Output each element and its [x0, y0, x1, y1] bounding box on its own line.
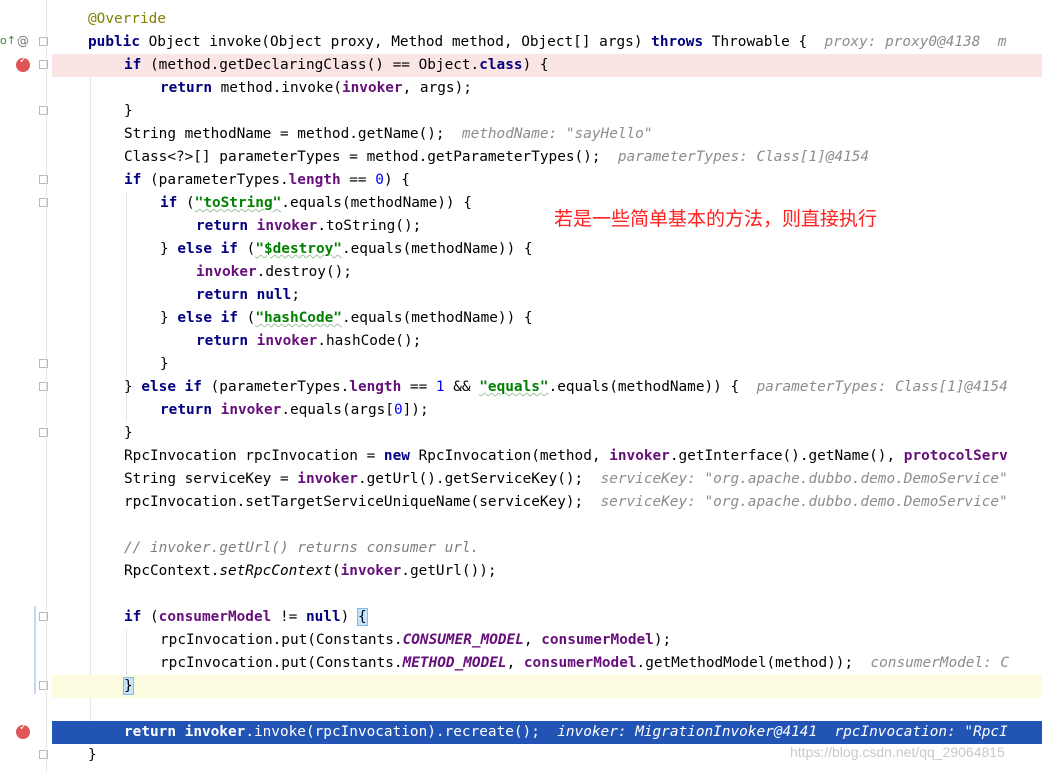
code-line[interactable]: return null; — [52, 284, 1042, 307]
breakpoint-icon[interactable] — [16, 55, 30, 72]
annotation-icon: @ — [17, 34, 29, 48]
debug-inline-value: parameterTypes: Class[1]@4154 — [756, 379, 1008, 395]
code-line[interactable]: RpcInvocation rpcInvocation = new RpcInv… — [52, 445, 1042, 468]
debug-inline-value: serviceKey: "org.apache.dubbo.demo.DemoS… — [600, 494, 1008, 510]
code-line[interactable]: return method.invoke(invoker, args); — [52, 77, 1042, 100]
debug-inline-value: serviceKey: "org.apache.dubbo.demo.DemoS… — [600, 471, 1008, 487]
code-line[interactable]: rpcInvocation.setTargetServiceUniqueName… — [52, 491, 1042, 514]
breakpoint-icon[interactable] — [16, 722, 30, 739]
code-line[interactable]: RpcContext.setRpcContext(invoker.getUrl(… — [52, 560, 1042, 583]
code-line[interactable]: return invoker.hashCode(); — [52, 330, 1042, 353]
code-line[interactable]: Class<?>[] parameterTypes = method.getPa… — [52, 146, 1042, 169]
code-line[interactable]: } — [52, 422, 1042, 445]
code-line[interactable]: @Override — [52, 8, 1042, 31]
code-line[interactable]: // invoker.getUrl() returns consumer url… — [52, 537, 1042, 560]
debug-inline-value: invoker: MigrationInvoker@4141 rpcInvoca… — [557, 724, 1008, 740]
code-line[interactable]: if (consumerModel != null) { — [52, 606, 1042, 629]
code-line[interactable]: String serviceKey = invoker.getUrl().get… — [52, 468, 1042, 491]
matched-brace: } — [123, 677, 134, 695]
code-line[interactable] — [52, 583, 1042, 606]
code-line[interactable] — [52, 514, 1042, 537]
code-line[interactable]: } else if ("hashCode".equals(methodName)… — [52, 307, 1042, 330]
debug-inline-value: parameterTypes: Class[1]@4154 — [617, 149, 870, 165]
code-line[interactable]: String methodName = method.getName(); me… — [52, 123, 1042, 146]
code-line[interactable] — [52, 698, 1042, 721]
code-line[interactable]: invoker.destroy(); — [52, 261, 1042, 284]
code-line[interactable]: } else if (parameterTypes.length == 1 &&… — [52, 376, 1042, 399]
matched-brace: { — [356, 608, 368, 626]
editor-gutter[interactable]: o↑ @ — [0, 0, 52, 772]
code-line[interactable]: } else if ("$destroy".equals(methodName)… — [52, 238, 1042, 261]
code-line[interactable]: rpcInvocation.put(Constants.METHOD_MODEL… — [52, 652, 1042, 675]
code-line[interactable]: } — [52, 353, 1042, 376]
code-editor[interactable]: @Override public Object invoke(Object pr… — [52, 8, 1042, 767]
code-line[interactable]: if ("toString".equals(methodName)) { — [52, 192, 1042, 215]
code-line[interactable]: public Object invoke(Object proxy, Metho… — [52, 31, 1042, 54]
code-line[interactable]: return invoker.equals(args[0]); — [52, 399, 1042, 422]
code-line[interactable]: return invoker.toString(); — [52, 215, 1042, 238]
watermark: https://blog.csdn.net/qq_29064815 — [790, 744, 1005, 760]
breakpoint-line[interactable]: if (method.getDeclaringClass() == Object… — [52, 54, 1042, 77]
code-line[interactable]: } — [52, 100, 1042, 123]
annotation-note: 若是一些简单基本的方法，则直接执行 — [554, 208, 878, 230]
execution-point-line[interactable]: return invoker.invoke(rpcInvocation).rec… — [52, 721, 1042, 744]
scope-indicator — [34, 606, 36, 694]
debug-inline-value: consumerModel: C — [870, 655, 1010, 671]
annotation-token: @Override — [88, 11, 166, 27]
debug-inline-value: proxy: proxy0@4138 m — [824, 34, 1007, 50]
override-method-icon[interactable]: o↑ — [0, 34, 16, 47]
gutter-separator — [46, 0, 47, 772]
current-caret-line[interactable]: } — [52, 675, 1042, 698]
debug-inline-value: methodName: "sayHello" — [461, 126, 653, 142]
code-line[interactable]: rpcInvocation.put(Constants.CONSUMER_MOD… — [52, 629, 1042, 652]
code-line[interactable]: if (parameterTypes.length == 0) { — [52, 169, 1042, 192]
